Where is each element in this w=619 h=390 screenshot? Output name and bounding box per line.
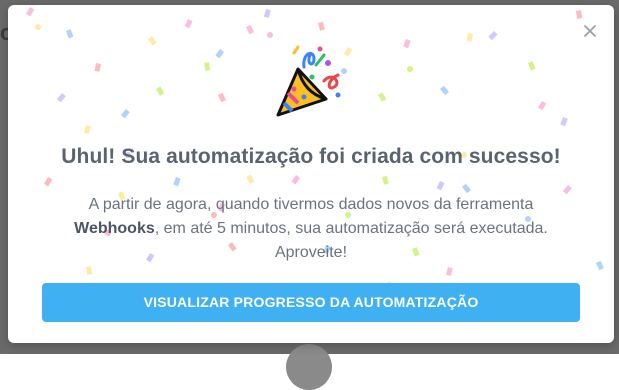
view-progress-button[interactable]: VISUALIZAR PROGRESSO DA AUTOMATIZAÇÃO	[42, 283, 580, 322]
body-intro: A partir de agora, quando tivermos dados…	[88, 196, 534, 213]
background-avatar	[286, 344, 332, 390]
success-modal: Uhul! Sua automatização foi criada com s…	[8, 5, 614, 343]
modal-title: Uhul! Sua automatização foi criada com s…	[61, 145, 561, 168]
tool-name: Webhooks	[74, 220, 155, 237]
body-rest: , em até 5 minutos, sua automatização se…	[154, 220, 548, 261]
modal-body: A partir de agora, quando tivermos dados…	[48, 193, 574, 265]
close-icon[interactable]	[582, 23, 598, 39]
party-popper-icon	[276, 45, 341, 117]
